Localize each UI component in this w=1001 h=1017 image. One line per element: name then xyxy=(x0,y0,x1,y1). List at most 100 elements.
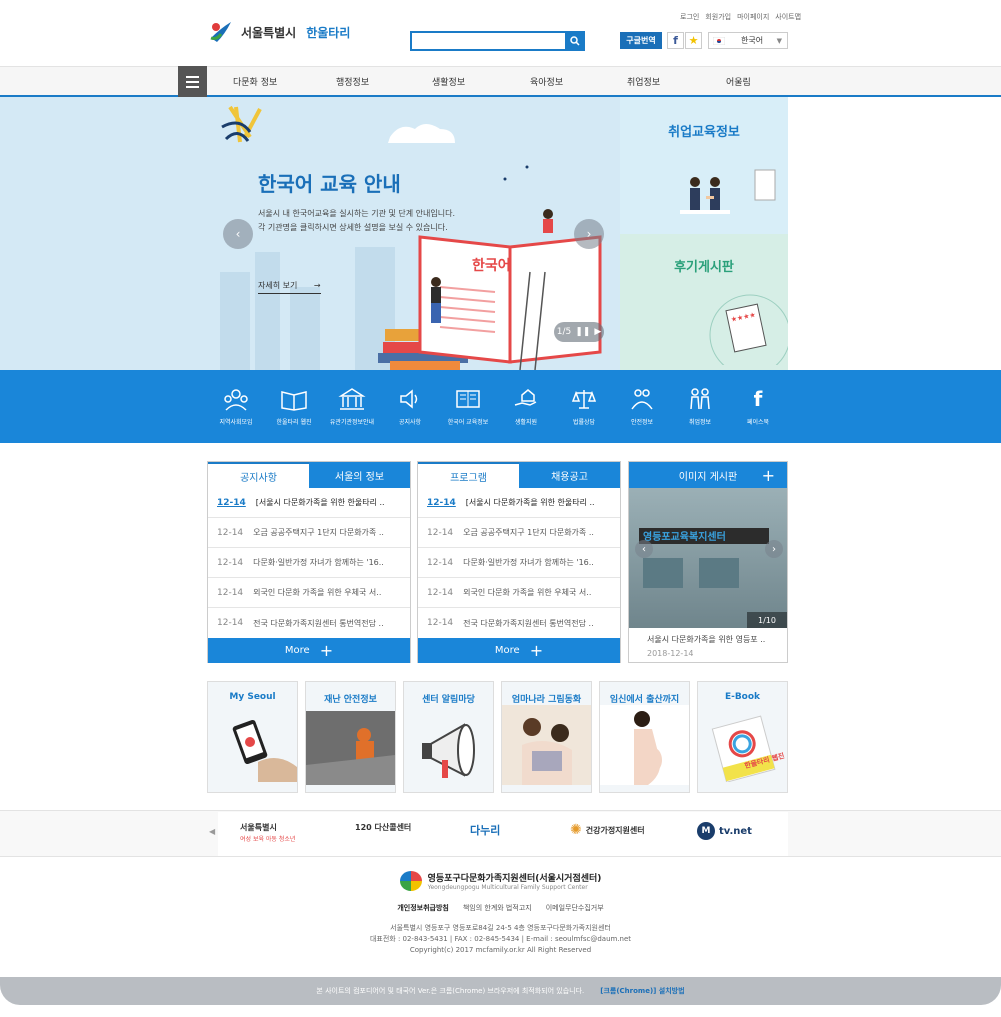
list-item[interactable]: 12-14 전국 다문화가족지원센터 통번역전담 .. xyxy=(418,608,620,638)
legal-notice-link[interactable]: 책임의 한계와 법적고지 xyxy=(463,903,532,913)
list-item[interactable]: 12-14 다문화·일반가정 자녀가 함께하는 '16.. xyxy=(208,548,410,578)
hero-prev-button[interactable]: ‹ xyxy=(223,219,253,249)
search-input[interactable] xyxy=(410,31,585,51)
chrome-install-link[interactable]: [크롬(Chrome)] 설치방법 xyxy=(600,986,684,996)
more-label: More xyxy=(284,645,310,656)
footer-contact: 대표전화 : 02-843-5431 | FAX : 02-845-5434 |… xyxy=(369,935,632,943)
google-translate-button[interactable]: 구글번역 xyxy=(620,32,662,49)
tab-notice[interactable]: 공지사항 xyxy=(208,462,309,488)
list-item[interactable]: 12-14 [서울시 다문화가족을 위한 한울타리 .. xyxy=(208,488,410,518)
arrow-right-icon: → xyxy=(313,281,321,290)
board-more-button[interactable]: More + xyxy=(208,638,410,663)
item-date: 12-14 xyxy=(427,527,454,538)
hero-next-button[interactable]: › xyxy=(574,219,604,249)
partner-danuri[interactable]: 다누리 xyxy=(470,822,500,838)
banner-ebook[interactable]: E-Book 한울타리 웹진 xyxy=(697,681,788,793)
sitemap-link[interactable]: 사이트맵 xyxy=(775,12,801,22)
menu-hamburger-icon[interactable] xyxy=(178,66,207,97)
facebook-icon: f xyxy=(753,387,763,411)
partner-seoul[interactable]: 서울특별시 여성 보육 아동 청소년 xyxy=(240,822,295,843)
side-banner-review[interactable]: 후기게시판 ★★★★ xyxy=(620,234,791,376)
quick-safety[interactable]: 안전정보 xyxy=(614,387,670,426)
partner-tvnet[interactable]: Mtv.net xyxy=(697,822,752,840)
site-logo[interactable]: 서울특별시 한울타리 xyxy=(207,18,350,46)
language-select[interactable]: 한국어 ▼ xyxy=(708,32,788,49)
sun-logo-icon: ✺ xyxy=(570,822,582,838)
banner-my-seoul[interactable]: My Seoul xyxy=(207,681,298,793)
nav-employment[interactable]: 취업정보 xyxy=(627,75,660,88)
tab-program[interactable]: 프로그램 xyxy=(418,462,519,488)
footer: 영등포구다문화가족지원센터(서울시거점센터) Yeongdeungpogu Mu… xyxy=(0,857,1001,977)
quick-label: 생활지원 xyxy=(514,419,538,426)
privacy-policy-link[interactable]: 개인정보취급방침 xyxy=(397,903,449,913)
list-item[interactable]: 12-14 오금 공공주택지구 1단지 다문화가족 .. xyxy=(418,518,620,548)
quick-community[interactable]: 지역사회모임 xyxy=(208,387,264,426)
item-subject: 다문화·일반가정 자녀가 함께하는 '16.. xyxy=(463,558,594,567)
list-item[interactable]: 12-14 외국인 다문화 가족을 위한 우체국 서.. xyxy=(208,578,410,608)
image-next-button[interactable]: › xyxy=(765,540,783,558)
list-item[interactable]: 12-14 전국 다문화가족지원센터 통번역전담 .. xyxy=(208,608,410,638)
quick-agencies[interactable]: 유관기관정보안내 xyxy=(324,387,380,426)
list-item[interactable]: 12-14 외국인 다문화 가족을 위한 우체국 서.. xyxy=(418,578,620,608)
nav-childcare[interactable]: 육아정보 xyxy=(530,75,563,88)
banner-center-notice[interactable]: 센터 알림마당 xyxy=(403,681,494,793)
quick-korean-edu[interactable]: 한국어 교육정보 xyxy=(440,387,496,426)
banner-title: 엄마나라 그림동화 xyxy=(511,695,582,705)
korea-flag-icon xyxy=(713,36,725,45)
language-label: 한국어 xyxy=(741,36,764,45)
item-subject: 다문화·일반가정 자녀가 함께하는 '16.. xyxy=(253,558,384,567)
partner-name: 서울특별시 xyxy=(240,823,277,832)
tab-recruitment[interactable]: 채용공고 xyxy=(519,462,620,488)
board-more-button[interactable]: More + xyxy=(418,638,620,663)
item-subject: 오금 공공주택지구 1단지 다문화가족 .. xyxy=(253,528,384,537)
search-button[interactable] xyxy=(565,31,585,51)
partners-prev-icon[interactable]: ◀ xyxy=(209,827,215,836)
utility-links: 로그인 회원가입 마이페이지 사이트맵 xyxy=(680,12,801,22)
facebook-icon[interactable]: f xyxy=(667,32,684,49)
hero-pager[interactable]: 1/5 ❚❚ ▶ xyxy=(554,322,604,342)
quick-employment[interactable]: 취업정보 xyxy=(672,387,728,426)
tab-seoul-info[interactable]: 서울의 정보 xyxy=(309,462,410,488)
favorite-star-icon[interactable]: ★ xyxy=(685,32,702,49)
side-banner-employment[interactable]: 취업교육정보 xyxy=(620,97,788,234)
quick-label: 한국어 교육정보 xyxy=(447,419,489,426)
more-label: More xyxy=(494,645,520,656)
partner-family-center[interactable]: ✺ 건강가정지원센터 xyxy=(570,822,645,838)
image-caption[interactable]: 서울시 다문화가족을 위한 영등포 .. xyxy=(629,628,787,645)
partner-120[interactable]: 120 다산콜센터 xyxy=(355,822,411,833)
quick-legal[interactable]: 법률상담 xyxy=(556,387,612,426)
list-item[interactable]: 12-14 [서울시 다문화가족을 위한 한울타리 .. xyxy=(418,488,620,518)
nav-together[interactable]: 어울림 xyxy=(726,75,751,88)
pause-icon[interactable]: ❚❚ xyxy=(575,327,590,337)
footer-org-en: Yeongdeungpogu Multicultural Family Supp… xyxy=(427,884,588,891)
footer-address: 서울특별시 영등포구 영등포로84길 24-5 4층 영등포구다문화가족지원센터 xyxy=(390,924,611,932)
item-subject: 전국 다문화가족지원센터 통번역전담 .. xyxy=(253,618,384,628)
nav-admin[interactable]: 행정정보 xyxy=(336,75,369,88)
item-subject: 외국인 다문화 가족을 위한 우체국 서.. xyxy=(253,588,382,597)
banner-pregnancy[interactable]: 임신에서 출산까지 xyxy=(599,681,690,793)
email-refusal-link[interactable]: 이메일무단수집거부 xyxy=(546,903,604,913)
quick-webzine[interactable]: 한울타리 웹진 xyxy=(266,387,322,426)
quick-living-support[interactable]: 생활지원 xyxy=(498,387,554,426)
mypage-link[interactable]: 마이페이지 xyxy=(737,12,769,22)
list-item[interactable]: 12-14 오금 공공주택지구 1단지 다문화가족 .. xyxy=(208,518,410,548)
banner-picture-book[interactable]: 엄마나라 그림동화 xyxy=(501,681,592,793)
play-icon[interactable]: ▶ xyxy=(594,327,601,337)
banner-disaster-safety[interactable]: 재난 안전정보 xyxy=(305,681,396,793)
hero-more-link[interactable]: 자세히 보기 → xyxy=(258,280,321,294)
quick-facebook[interactable]: f 페이스북 xyxy=(730,387,786,426)
signup-link[interactable]: 회원가입 xyxy=(705,12,731,22)
people-group-icon xyxy=(224,389,248,411)
image-board-photo[interactable]: 영등포교육복지센터 ‹ › 1/10 xyxy=(629,488,787,628)
item-date: 12-14 xyxy=(217,557,244,568)
login-link[interactable]: 로그인 xyxy=(680,12,699,22)
list-item[interactable]: 12-14 다문화·일반가정 자녀가 함께하는 '16.. xyxy=(418,548,620,578)
notice-board: 공지사항 서울의 정보 12-14 [서울시 다문화가족을 위한 한울타리 .. … xyxy=(207,461,411,663)
nav-multicultural[interactable]: 다문화 정보 xyxy=(233,75,277,88)
workers-icon xyxy=(690,388,710,410)
plus-icon[interactable]: + xyxy=(762,466,775,485)
quick-notice[interactable]: 공지사항 xyxy=(382,387,438,426)
nav-living[interactable]: 생활정보 xyxy=(432,75,465,88)
image-prev-button[interactable]: ‹ xyxy=(635,540,653,558)
open-book-icon xyxy=(281,391,307,411)
